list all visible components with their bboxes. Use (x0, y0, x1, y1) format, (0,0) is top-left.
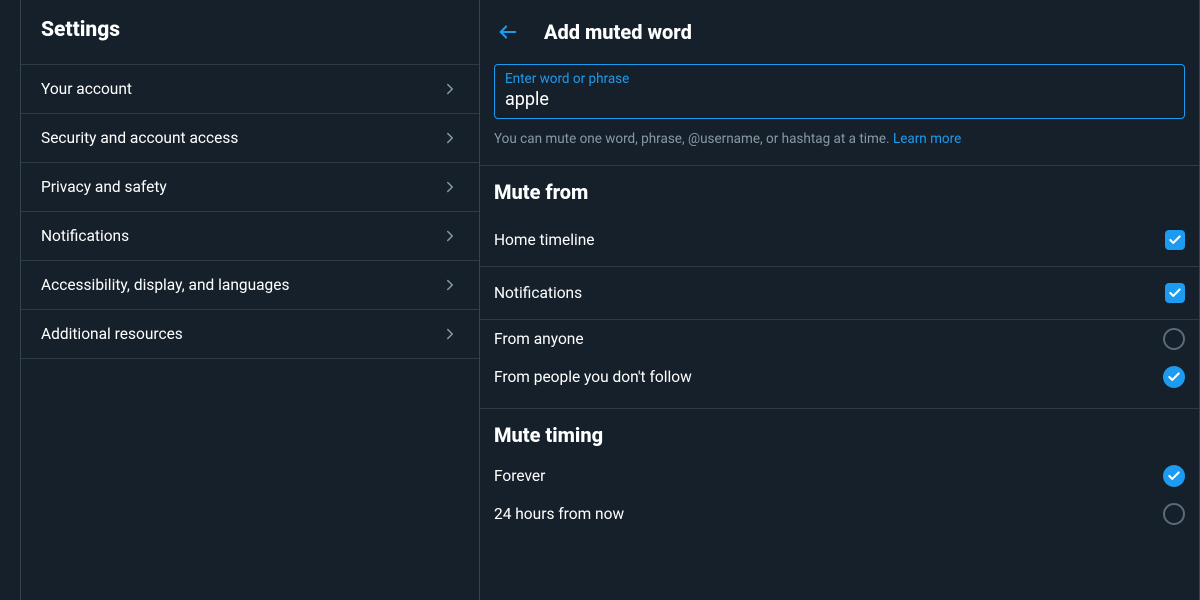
sidebar-item-label: Additional resources (41, 325, 183, 343)
sidebar-item-notifications[interactable]: Notifications (21, 212, 479, 261)
page-title: Add muted word (544, 20, 692, 44)
sidebar-item-label: Notifications (41, 227, 129, 245)
chevron-right-icon (441, 80, 459, 98)
option-from-anyone[interactable]: From anyone (480, 320, 1199, 358)
learn-more-link[interactable]: Learn more (893, 131, 961, 147)
sidebar-item-label: Privacy and safety (41, 178, 167, 196)
sidebar-title: Settings (21, 0, 479, 64)
chevron-right-icon (441, 276, 459, 294)
hint-text: You can mute one word, phrase, @username… (480, 125, 1199, 166)
chevron-right-icon (441, 129, 459, 147)
sidebar-item-label: Accessibility, display, and languages (41, 276, 289, 294)
radio-forever[interactable] (1163, 465, 1185, 487)
input-label: Enter word or phrase (505, 71, 1174, 87)
option-notifications[interactable]: Notifications (480, 267, 1199, 320)
section-title-mute-timing: Mute timing (480, 409, 1199, 457)
muted-word-input[interactable] (505, 89, 1174, 110)
option-label: Forever (494, 467, 545, 485)
check-icon (1167, 370, 1181, 384)
settings-sidebar: Settings Your account Security and accou… (20, 0, 480, 600)
left-gutter (0, 0, 20, 600)
option-label: From people you don't follow (494, 368, 692, 386)
sidebar-item-privacy[interactable]: Privacy and safety (21, 163, 479, 212)
check-icon (1168, 233, 1182, 247)
checkbox-notifications[interactable] (1165, 283, 1185, 303)
option-home-timeline[interactable]: Home timeline (480, 214, 1199, 267)
option-forever[interactable]: Forever (480, 457, 1199, 495)
radio-from-not-follow[interactable] (1163, 366, 1185, 388)
sidebar-item-additional[interactable]: Additional resources (21, 310, 479, 359)
checkbox-home-timeline[interactable] (1165, 230, 1185, 250)
check-icon (1168, 286, 1182, 300)
sidebar-item-accessibility[interactable]: Accessibility, display, and languages (21, 261, 479, 310)
option-label: Home timeline (494, 231, 595, 249)
radio-24-hours[interactable] (1163, 503, 1185, 525)
muted-word-field[interactable]: Enter word or phrase (494, 64, 1185, 119)
radio-from-anyone[interactable] (1163, 328, 1185, 350)
sidebar-item-label: Your account (41, 80, 132, 98)
option-label: From anyone (494, 330, 584, 348)
arrow-left-icon (497, 21, 519, 43)
option-from-not-follow[interactable]: From people you don't follow (480, 358, 1199, 409)
hint-body: You can mute one word, phrase, @username… (494, 131, 893, 147)
sidebar-item-security[interactable]: Security and account access (21, 114, 479, 163)
option-label: 24 hours from now (494, 505, 624, 523)
main-panel: Add muted word Enter word or phrase You … (480, 0, 1200, 600)
main-header: Add muted word (480, 0, 1199, 64)
sidebar-item-your-account[interactable]: Your account (21, 64, 479, 114)
option-24-hours[interactable]: 24 hours from now (480, 495, 1199, 533)
chevron-right-icon (441, 178, 459, 196)
section-title-mute-from: Mute from (480, 166, 1199, 214)
option-label: Notifications (494, 284, 582, 302)
check-icon (1167, 469, 1181, 483)
chevron-right-icon (441, 227, 459, 245)
chevron-right-icon (441, 325, 459, 343)
back-button[interactable] (490, 14, 526, 50)
sidebar-item-label: Security and account access (41, 129, 238, 147)
